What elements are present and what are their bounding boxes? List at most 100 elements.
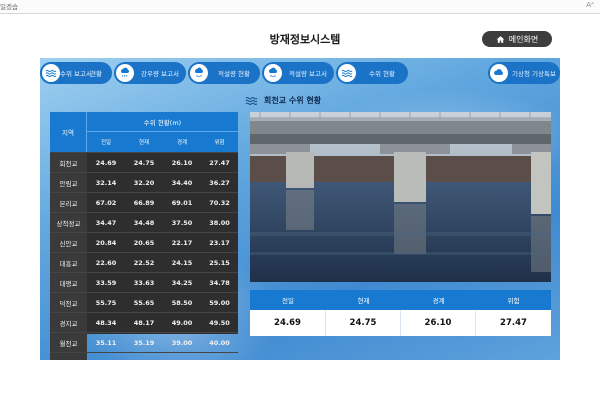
reader-mode-icon[interactable]: Aᴬ (586, 1, 594, 9)
level-value: 37.50 (171, 219, 193, 227)
tab-label: 강우량 보고서 (141, 70, 179, 78)
summary-label: 경계 (401, 290, 476, 310)
tab-label: 수위 보고서 (60, 70, 92, 78)
tab-label: 수위 현황 (369, 70, 395, 78)
tab-snowfall-report[interactable]: 적설량 보고서 (262, 62, 334, 84)
level-value: 24.75 (133, 159, 155, 167)
level-value: 48.17 (133, 319, 155, 327)
water-level-table: 지역 수위 현황(m) 전일 현재 경계 위험 회천교 24.69 24.75 26.… (50, 112, 238, 360)
region-name: 대흥교 (50, 253, 87, 273)
table-row: 안림교 32.14 32.20 34.40 36.27 (50, 172, 238, 193)
level-value: 40.00 (209, 339, 230, 347)
level-value: 70.32 (209, 199, 230, 207)
summary-value: 26.10 (401, 310, 476, 336)
table-row: 회천교 24.69 24.75 26.10 27.47 (50, 152, 238, 173)
summary-value: 24.75 (326, 310, 401, 336)
section-title-text: 회천교 수위 현황 (264, 96, 322, 105)
region-name: 덕천교 (50, 293, 87, 313)
summary-label: 위험 (476, 290, 551, 310)
level-value: 39.00 (171, 339, 193, 347)
cloud-icon (490, 64, 508, 82)
level-value: 22.60 (95, 259, 117, 267)
table-header: 지역 수위 현황(m) 전일 현재 경계 위험 (50, 112, 238, 152)
level-value: 20.65 (133, 239, 155, 247)
table-row: 직천교48.8348.8354.0055.00 (50, 352, 238, 360)
tab-weather-alert[interactable]: 기상청 기상특보 (488, 62, 560, 84)
table-row: 신안교 20.84 20.65 22.17 23.17 (50, 232, 238, 253)
current-level-summary: 전일 현재 경계 위험 24.69 24.75 26.10 27.47 (250, 290, 551, 336)
region-name: 안림교 (50, 173, 87, 193)
tab-water-level-status[interactable]: 수위 현황 (336, 62, 408, 84)
level-value: 66.89 (133, 199, 155, 207)
region-name: 본리교 (50, 193, 87, 213)
level-value: 34.40 (171, 179, 193, 187)
level-value: 38.00 (209, 219, 230, 227)
level-value: 49.50 (209, 319, 230, 327)
level-value: 23.17 (209, 239, 230, 247)
browser-label: 일겠습 (0, 3, 18, 11)
main-panel: 강우량 현황 강우량 보고서 적설량 현황 적설량 보고서 수위 현황 수위 보… (40, 58, 560, 360)
level-value: 34.78 (209, 279, 230, 287)
water-wave-icon (338, 64, 356, 82)
table-row: 상척정교 34.47 34.48 37.50 38.00 (50, 212, 238, 233)
tab-rainfall-report[interactable]: 강우량 보고서 (114, 62, 186, 84)
home-button-label: 메인화면 (508, 34, 539, 44)
cloud-snow-icon (264, 64, 282, 82)
level-value: 22.52 (133, 259, 155, 267)
region-name: 상척정교 (50, 213, 87, 233)
home-button[interactable]: 메인화면 (482, 31, 552, 47)
table-row: 월천교 35.11 35.19 39.00 40.00 (50, 332, 238, 353)
water-wave-icon (42, 64, 60, 82)
level-value: 27.47 (209, 159, 230, 167)
level-value: 34.25 (171, 279, 193, 287)
level-value: 48.83 (87, 353, 125, 360)
browser-bar: 일겠습 Aᴬ (0, 0, 600, 14)
level-value: 22.17 (171, 239, 193, 247)
level-value: 33.63 (133, 279, 155, 287)
tab-label: 기상청 기상특보 (512, 70, 556, 78)
level-value: 26.10 (171, 159, 193, 167)
level-value: 32.20 (133, 179, 155, 187)
level-value: 55.65 (133, 299, 155, 307)
level-value: 49.00 (171, 319, 193, 327)
column-header: 현재 (138, 140, 150, 146)
level-value: 35.11 (95, 339, 117, 347)
tab-label: 적설량 보고서 (289, 70, 327, 78)
level-value: 48.83 (125, 353, 163, 360)
level-value: 58.50 (171, 299, 193, 307)
level-value: 67.02 (95, 199, 117, 207)
table-row: 덕천교 55.75 55.65 58.50 59.00 (50, 292, 238, 313)
level-value: 20.84 (95, 239, 117, 247)
level-value: 35.19 (133, 339, 155, 347)
region-name: 회천교 (50, 153, 87, 173)
tab-water-level-report[interactable]: 수위 보고서 (40, 62, 92, 84)
cloud-snow-icon (190, 64, 208, 82)
level-value: 24.15 (171, 259, 193, 267)
region-name: 신안교 (50, 233, 87, 253)
tab-label: 적설량 현황 (218, 70, 250, 78)
table-row: 본리교 67.02 66.89 69.01 70.32 (50, 192, 238, 213)
page-title: 방재정보시스템 (269, 33, 341, 46)
table-row: 대평교 33.59 33.63 34.25 34.78 (50, 272, 238, 293)
region-name: 월천교 (50, 333, 87, 353)
table-row: 대흥교 22.60 22.52 24.15 25.15 (50, 252, 238, 273)
region-name: 경지교 (50, 313, 87, 333)
table-row: 경지교 48.34 48.17 49.00 49.50 (50, 312, 238, 333)
level-value: 59.00 (209, 299, 230, 307)
level-value: 25.15 (209, 259, 230, 267)
tab-snowfall-status[interactable]: 적설량 현황 (188, 62, 260, 84)
region-header: 지역 (50, 112, 87, 152)
tab-bar: 강우량 현황 강우량 보고서 적설량 현황 적설량 보고서 수위 현황 수위 보… (40, 62, 560, 84)
home-icon (496, 35, 505, 43)
cloud-rain-icon (116, 64, 134, 82)
level-value: 32.14 (95, 179, 117, 187)
summary-value: 27.47 (476, 310, 551, 336)
level-value: 48.34 (95, 319, 117, 327)
summary-label: 현재 (326, 290, 401, 310)
bridge-photo (250, 112, 551, 282)
column-header: 위험 (214, 140, 225, 146)
column-header: 경계 (176, 140, 188, 146)
level-value: 34.48 (133, 219, 155, 227)
summary-value: 24.69 (250, 310, 326, 336)
level-value: 55.75 (95, 299, 117, 307)
